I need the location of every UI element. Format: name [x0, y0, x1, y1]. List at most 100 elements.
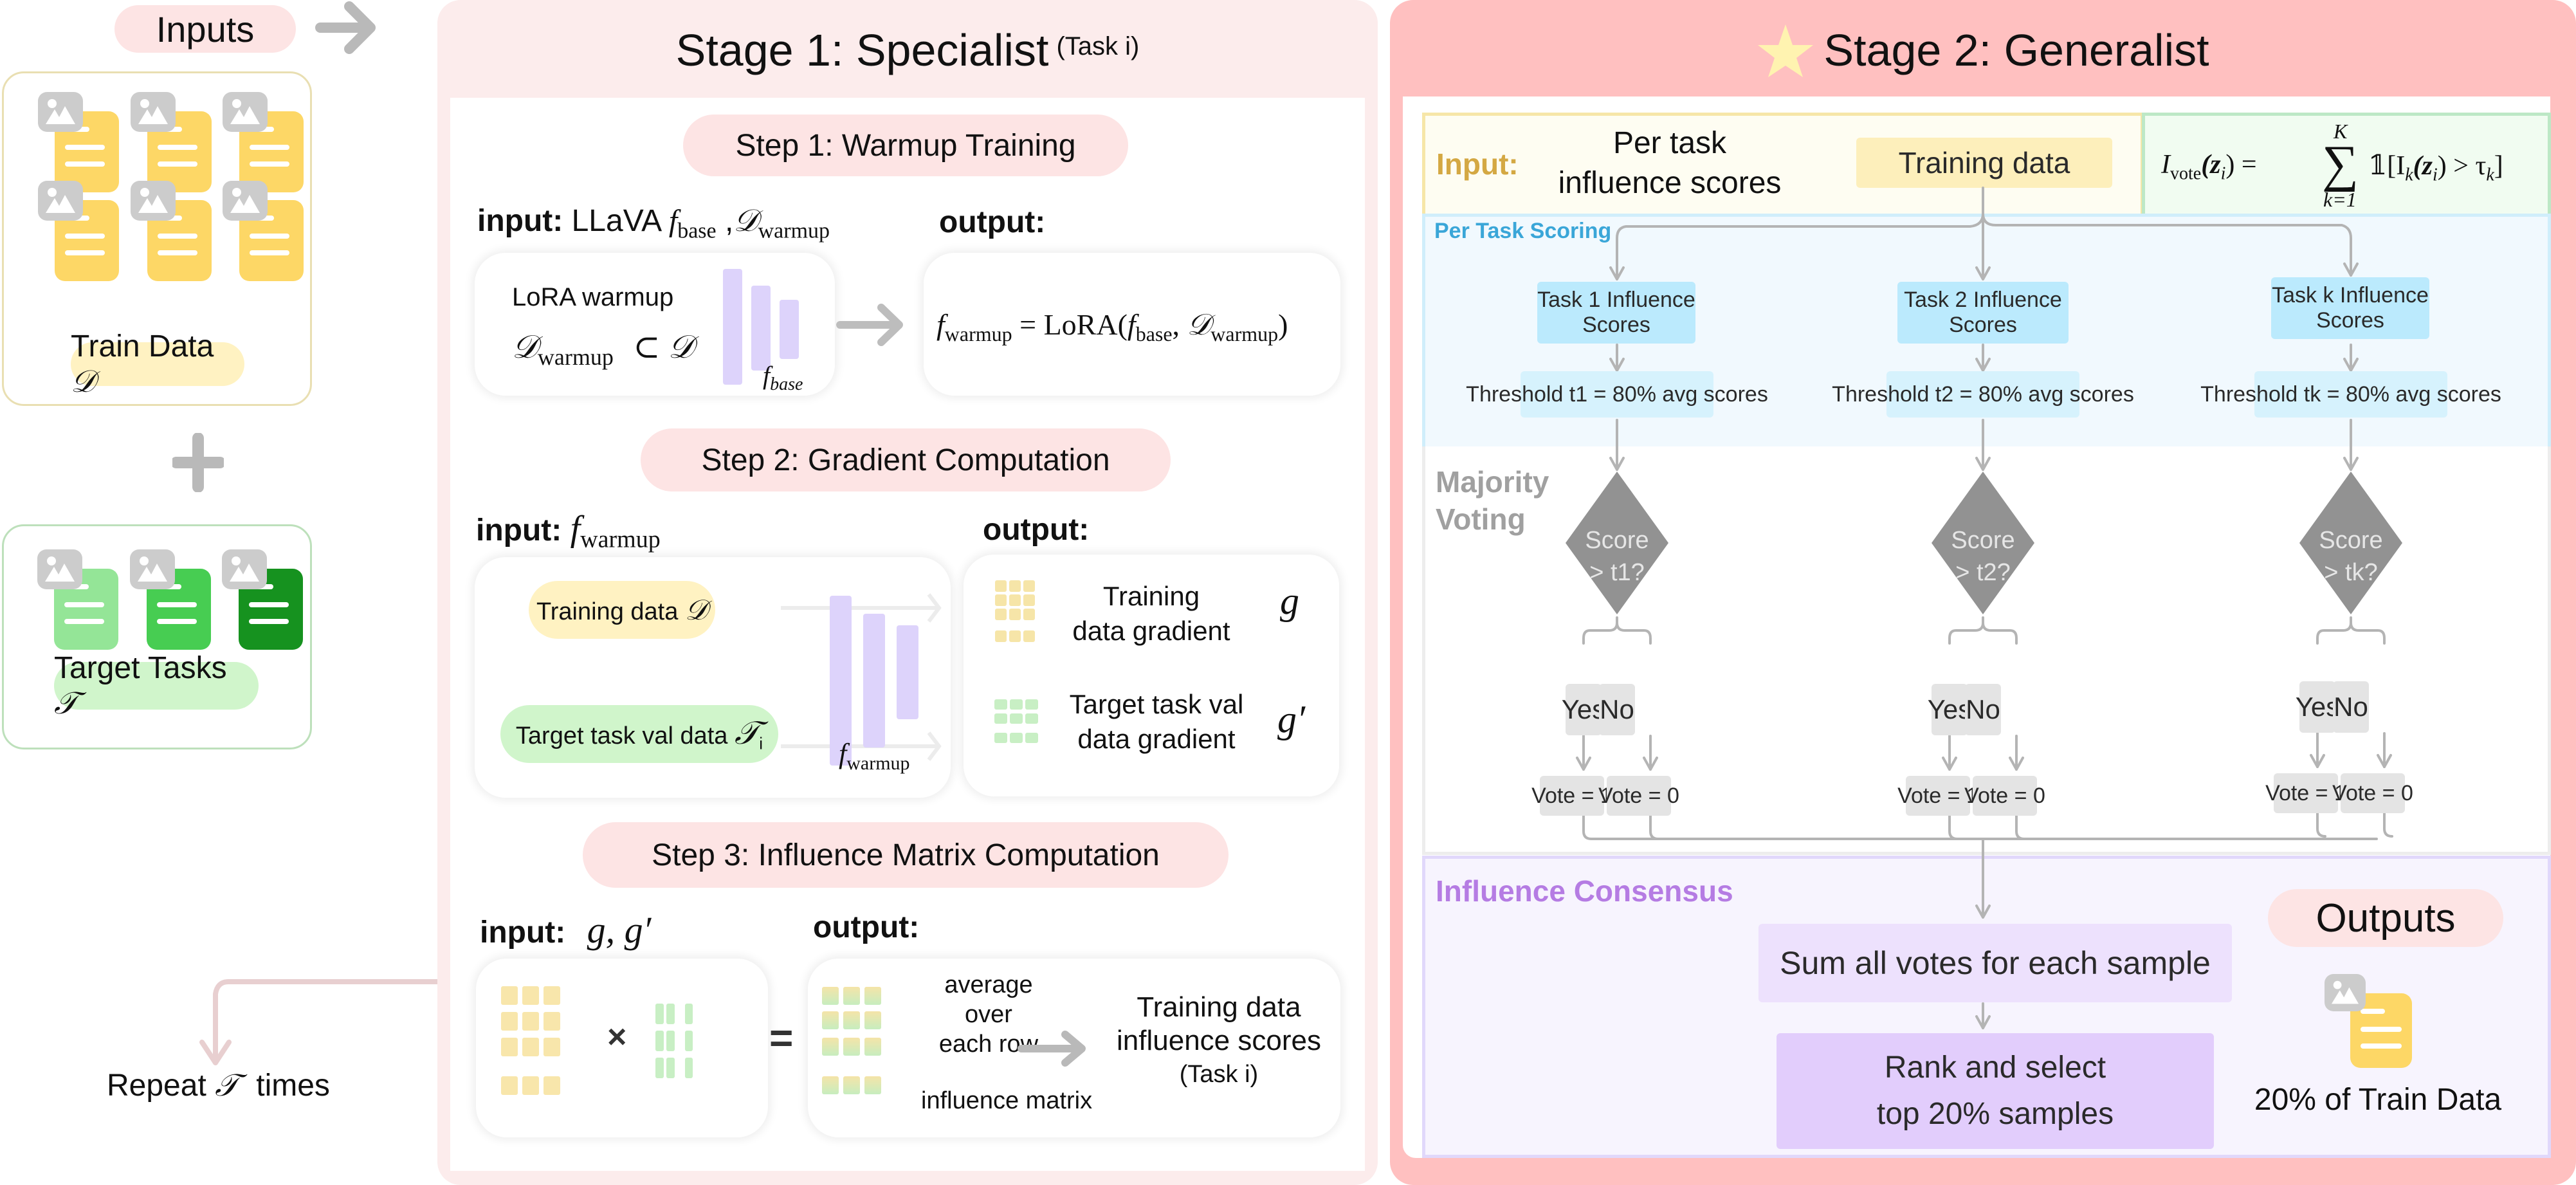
vote-yes-node: Vote = 1: [2265, 773, 2346, 813]
star-icon: [1758, 24, 1814, 77]
step1-subset-expression: 𝒟warmup ⊂ 𝒟: [512, 328, 694, 371]
model-layer-bar: [780, 300, 799, 359]
no-branch-node: No: [1599, 684, 1635, 735]
task-influence-scores-node: Task 2 Influence Scores: [1897, 282, 2069, 344]
image-icon: [223, 181, 268, 221]
step1-subset-symbol: ⊂: [633, 329, 661, 365]
step1-input-d-sub: warmup: [758, 219, 830, 243]
step2-model-label: fwarmup: [839, 737, 910, 775]
training-data-pill-symbol: 𝒟: [684, 594, 708, 626]
matrix-tile: [685, 1004, 693, 1024]
target-gradient-label: Target task val data gradient: [1047, 687, 1266, 757]
image-icon: [222, 549, 267, 589]
task-influence-scores-node: Task k Influence Scores: [2271, 277, 2429, 339]
stage1-title-text: Stage 1: Specialist: [675, 25, 1049, 75]
vote-yes-node: Vote = 1: [1531, 776, 1612, 816]
arrow-right-icon: [315, 1, 376, 54]
model-layer-bar: [897, 625, 918, 719]
connector-line: [1616, 621, 1652, 645]
document-line: [249, 602, 289, 607]
document-line: [158, 250, 197, 255]
yes-branch-node: Yes: [1928, 684, 1971, 735]
matrix-tile: [522, 1076, 539, 1095]
matrix-tile: [1009, 594, 1021, 606]
step3-title: Step 3: Influence Matrix Computation: [652, 838, 1160, 872]
matrix-tile: [822, 1038, 839, 1056]
decision-line1: Score: [1585, 527, 1649, 554]
document-line: [157, 619, 197, 624]
matrix-tile: [1025, 699, 1038, 710]
matrix-tile: [544, 986, 560, 1005]
task-influence-scores-node: Task 1 Influence Scores: [1537, 282, 1695, 344]
step1-input-key: input:: [477, 204, 563, 238]
step2-input-label: input: fwarmup: [476, 508, 661, 554]
step3-input-symbols: g, g′: [587, 909, 652, 951]
step1-input-d: 𝒟: [733, 204, 758, 238]
decision-text: Score > t1?: [1566, 524, 1668, 589]
model-layer-bar: [723, 269, 742, 385]
step2-model-sub: warmup: [846, 752, 910, 774]
document-line: [65, 161, 105, 167]
document-line: [158, 161, 197, 167]
matrix-tile: [995, 580, 1007, 592]
output-image-icon: [2325, 974, 2366, 1011]
repeat-arrow-icon: [199, 979, 444, 1065]
matrix-tile: [843, 1011, 860, 1029]
matrix-tile: [501, 986, 518, 1005]
target-val-pill-sub: i: [759, 733, 763, 753]
connector-line: [1649, 814, 1659, 840]
vote-no-node: Vote = 0: [1964, 776, 2045, 816]
matrix-tile: [1009, 630, 1021, 642]
matrix-tile: [822, 1076, 839, 1094]
matrix-tile: [544, 1076, 560, 1095]
influence-matrix-label: influence matrix: [921, 1087, 1093, 1114]
step1-model-label: fbase: [763, 360, 803, 395]
average-line1: average over: [944, 971, 1033, 1028]
outputs-title: Outputs: [2316, 896, 2456, 941]
stage1-subtitle: (Task i): [1056, 32, 1140, 60]
step1-model-f: f: [763, 361, 771, 390]
matrix-tile: [822, 1011, 839, 1029]
step2-title-pill: Step 2: Gradient Computation: [641, 428, 1171, 491]
threshold-node: Threshold tk = 80% avg scores: [2200, 371, 2501, 418]
step1-box-d-sub: warmup: [537, 344, 614, 370]
matrix-tile: [1025, 733, 1038, 743]
training-gradient-line2: data gradient: [1072, 616, 1230, 646]
step1-input-f-sub: base: [677, 219, 717, 243]
step1-output-equation: fwarmup = LoRA(fbase, 𝒟warmup): [936, 308, 1288, 346]
decision-line2: > t2?: [1955, 559, 2011, 586]
matrix-tile: [822, 987, 839, 1005]
scores-line1: Training data: [1137, 991, 1301, 1023]
matrix-tile: [655, 1058, 664, 1078]
plus-icon: [172, 433, 224, 492]
scores-line3: (Task i): [1179, 1061, 1259, 1088]
step1-box-d: 𝒟: [512, 329, 538, 365]
eq-comma: ,: [1172, 308, 1187, 341]
threshold-node: Threshold t2 = 80% avg scores: [1832, 371, 2134, 418]
step2-input-f-sub: warmup: [580, 526, 661, 553]
document-line: [158, 234, 197, 239]
connector-line: [1982, 212, 2352, 277]
model-layer-bar: [751, 286, 771, 371]
target-tasks-symbol: 𝒯: [54, 686, 78, 721]
matrix-tile: [522, 1038, 539, 1056]
matrix-tile: [685, 1031, 693, 1051]
training-data-pill-label: Training data: [536, 598, 679, 625]
matrix-tile: [1010, 733, 1023, 743]
repeat-prefix: Repeat: [107, 1069, 206, 1103]
eq-f2-sub: base: [1135, 322, 1173, 346]
step2-output-label: output:: [983, 513, 1090, 547]
matrix-tile: [864, 1011, 881, 1029]
step1-input-f: f: [668, 204, 678, 238]
connector-line: [2316, 812, 2326, 838]
step1-input-sep: ,: [724, 204, 734, 238]
step1-box-d2: 𝒟: [668, 329, 694, 365]
matrix-tile: [1009, 580, 1021, 592]
model-layer-bar: [863, 614, 885, 748]
image-icon: [38, 181, 83, 221]
matrix-tile: [655, 1004, 664, 1024]
matrix-tile: [666, 1058, 675, 1078]
training-data-pill: Training data 𝒟: [529, 581, 715, 639]
matrix-tile: [666, 1031, 675, 1051]
matrix-tile: [544, 1012, 560, 1031]
